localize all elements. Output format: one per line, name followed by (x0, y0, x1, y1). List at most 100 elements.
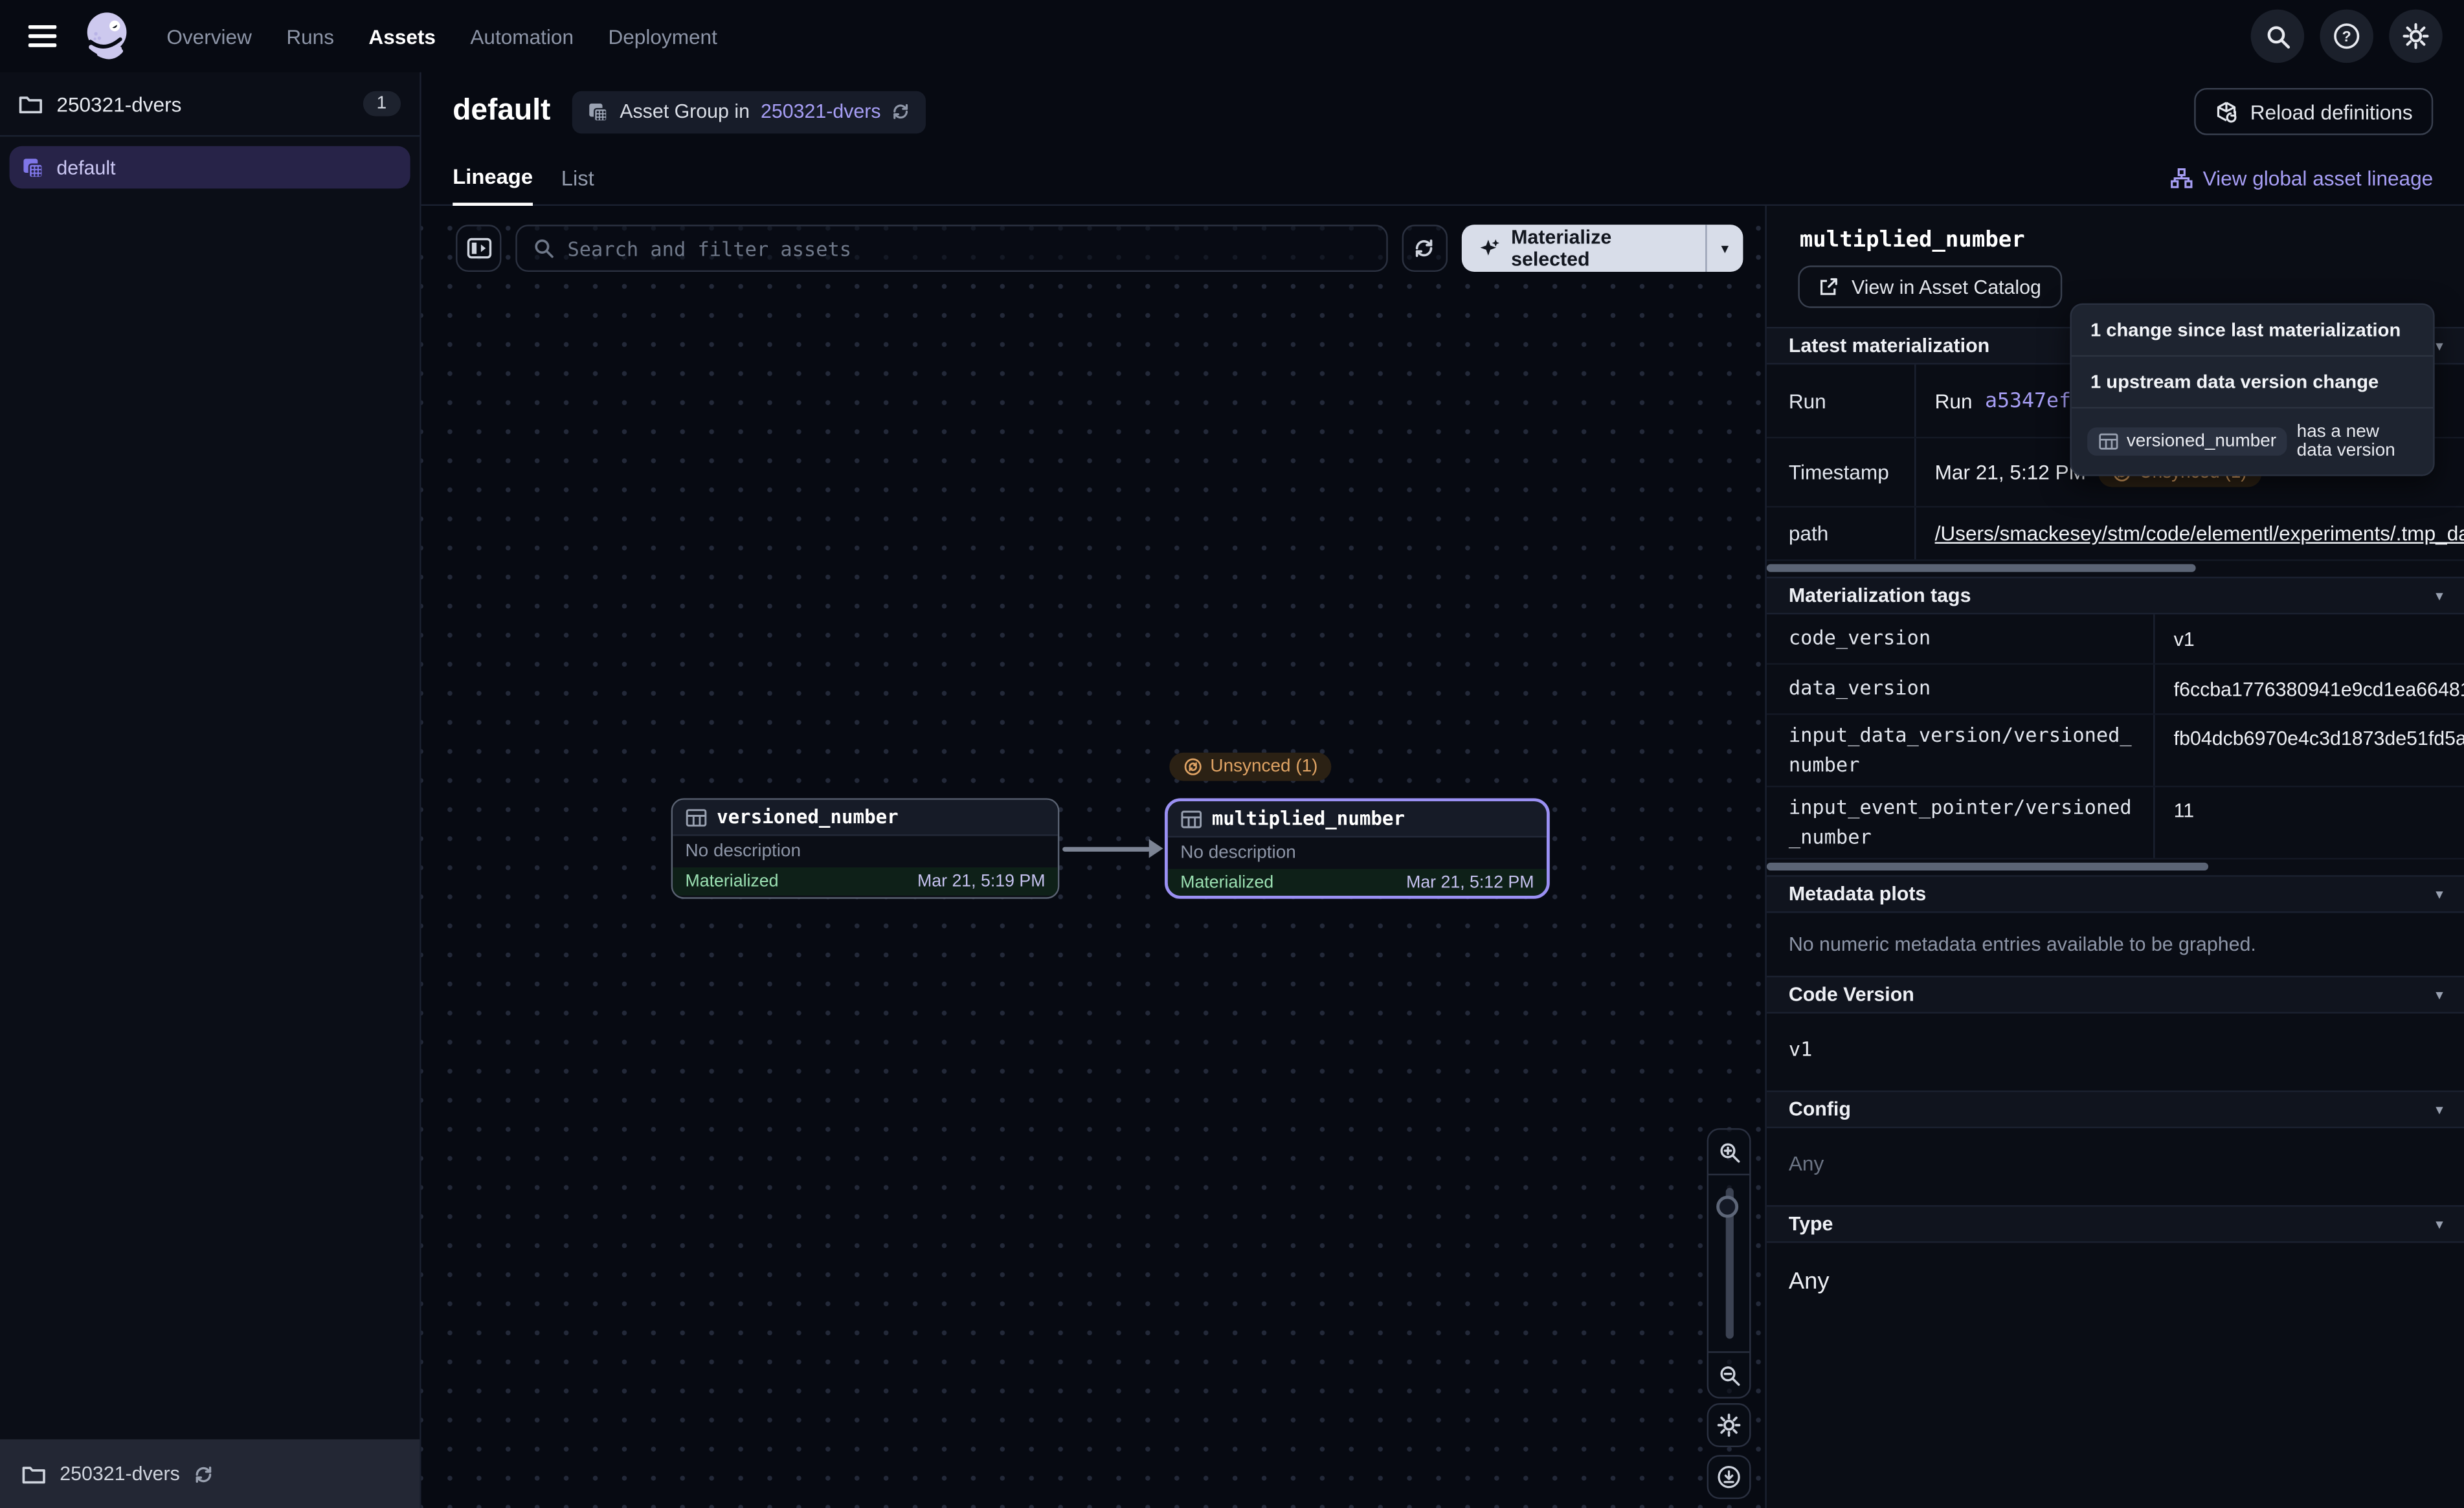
chevron-down-icon[interactable]: ▼ (2433, 887, 2445, 901)
collapse-panel-icon[interactable] (456, 225, 501, 272)
panel-asset-title: multiplied_number (1767, 206, 2464, 262)
zoom-in-icon[interactable] (1708, 1130, 1749, 1174)
main-content: default Asset Group in 250321-dvers Relo… (421, 72, 2464, 1508)
refresh-icon[interactable] (194, 1463, 215, 1484)
top-nav: Overview Runs Assets Automation Deployme… (0, 0, 2464, 72)
popover-title: 1 change since last materialization (2072, 305, 2433, 355)
lineage-graph-icon (2170, 168, 2192, 188)
asset-search-input[interactable] (568, 236, 1371, 260)
badge-group-link[interactable]: 250321-dvers (761, 100, 881, 122)
table-row: data_version f6ccba1776380941e9cd1ea6648… (1767, 665, 2464, 715)
sparkle-icon (1479, 238, 1501, 260)
scrollbar-thumb[interactable] (1767, 564, 2196, 572)
nav-item-assets[interactable]: Assets (368, 25, 436, 48)
sidebar: 250321-dvers 1 default 250321-dvers (0, 72, 421, 1508)
chevron-down-icon[interactable]: ▼ (2433, 988, 2445, 1002)
type-value: Any (1767, 1243, 2464, 1320)
changes-popover: 1 change since last materialization 1 up… (2070, 304, 2434, 476)
materialize-selected-button[interactable]: Materialize selected ▼ (1462, 225, 1743, 272)
timestamp-value: Mar 21, 5:12 PM (1935, 460, 2086, 483)
lineage-edge-arrow (1062, 847, 1150, 851)
dagster-logo-icon[interactable] (78, 8, 135, 64)
asset-node-footer: Materialized Mar 21, 5:19 PM (673, 867, 1058, 896)
download-graph-icon[interactable] (1707, 1455, 1751, 1499)
settings-gear-icon[interactable] (2389, 10, 2443, 63)
table-icon (686, 807, 708, 828)
tab-list[interactable]: List (561, 166, 594, 204)
asset-node-status: Materialized (1180, 874, 1273, 893)
run-id-link[interactable]: a5347ef7 (1985, 389, 2083, 412)
materialize-dropdown-caret-icon[interactable]: ▼ (1707, 225, 1743, 272)
section-title: Materialization tags (1789, 584, 1971, 606)
asset-chip[interactable]: versioned_number (2087, 427, 2287, 456)
sidebar-footer[interactable]: 250321-dvers (0, 1439, 420, 1508)
chevron-down-icon[interactable]: ▼ (2433, 1217, 2445, 1231)
tab-lineage[interactable]: Lineage (453, 165, 533, 206)
asset-node-status: Materialized (686, 872, 779, 891)
chevron-down-icon[interactable]: ▼ (2433, 338, 2445, 353)
refresh-graph-icon[interactable] (1402, 225, 1447, 272)
sidebar-item-default[interactable]: default (10, 146, 410, 189)
popover-change-text: has a new data version (2297, 423, 2417, 460)
sidebar-spacer (0, 188, 420, 1439)
nav-item-automation[interactable]: Automation (470, 25, 574, 48)
search-icon[interactable] (2251, 10, 2305, 63)
menu-icon[interactable] (22, 16, 63, 56)
asset-node-timestamp: Mar 21, 5:19 PM (917, 872, 1045, 891)
lineage-graph-pane[interactable]: Materialize selected ▼ Unsynced (1) (421, 206, 1767, 1508)
section-header-materialization-tags[interactable]: Materialization tags ▼ (1767, 577, 2464, 614)
section-title: Code Version (1789, 984, 1914, 1006)
node-unsynced-badge[interactable]: Unsynced (1) (1169, 753, 1332, 781)
config-section: Config ▼ Any (1767, 1091, 2464, 1205)
asset-node-versioned-number[interactable]: versioned_number No description Material… (671, 798, 1060, 898)
section-title: Config (1789, 1098, 1851, 1120)
zoom-slider-thumb[interactable] (1716, 1196, 1738, 1218)
view-in-asset-catalog-button[interactable]: View in Asset Catalog (1798, 265, 2061, 308)
sidebar-group-row[interactable]: 250321-dvers 1 (0, 72, 420, 137)
metadata-plots-section: Metadata plots ▼ No numeric metadata ent… (1767, 875, 2464, 975)
help-icon[interactable]: ? (2320, 10, 2373, 63)
asset-group-icon (22, 157, 44, 179)
section-header-config[interactable]: Config ▼ (1767, 1091, 2464, 1128)
table-row: code_version v1 (1767, 614, 2464, 665)
asset-group-badge[interactable]: Asset Group in 250321-dvers (572, 91, 926, 133)
asset-node-name: multiplied_number (1212, 808, 1405, 830)
zoom-out-icon[interactable] (1708, 1353, 1749, 1397)
asset-node-multiplied-number[interactable]: multiplied_number No description Materia… (1165, 798, 1550, 898)
nav-item-deployment[interactable]: Deployment (608, 25, 717, 48)
row-key: Run (1767, 389, 1914, 412)
view-in-asset-catalog-label: View in Asset Catalog (1852, 276, 2041, 298)
code-version-section: Code Version ▼ v1 (1767, 976, 2464, 1091)
sidebar-item-label: default (56, 157, 115, 179)
materialization-path-link[interactable]: /Users/smackesey/stm/code/elementl/exper… (1935, 522, 2464, 545)
tag-key: data_version (1767, 674, 2153, 704)
nav-actions: ? (2251, 10, 2443, 63)
tag-value: fb04dcb6970e4c3d1873de51fd5a5 (2153, 715, 2464, 786)
section-header-type[interactable]: Type ▼ (1767, 1205, 2464, 1243)
tag-key: input_event_pointer/versioned_number (1767, 793, 2153, 852)
refresh-icon[interactable] (892, 102, 911, 121)
metadata-plots-empty-text: No numeric metadata entries available to… (1767, 913, 2464, 976)
asset-chip-label: versioned_number (2127, 432, 2276, 451)
page-title: default (453, 94, 550, 129)
chevron-down-icon[interactable]: ▼ (2433, 1102, 2445, 1116)
view-global-asset-lineage-label: View global asset lineage (2203, 166, 2434, 189)
section-header-code-version[interactable]: Code Version ▼ (1767, 976, 2464, 1014)
section-title: Type (1789, 1213, 1833, 1235)
graph-settings-gear-icon[interactable] (1707, 1403, 1751, 1447)
scrollbar-thumb[interactable] (1767, 863, 2208, 870)
nav-item-runs[interactable]: Runs (286, 25, 334, 48)
asset-node-name: versioned_number (717, 806, 899, 828)
popover-change-row: versioned_number has a new data version (2072, 408, 2433, 474)
section-header-metadata-plots[interactable]: Metadata plots ▼ (1767, 875, 2464, 913)
view-global-asset-lineage-link[interactable]: View global asset lineage (2170, 166, 2434, 189)
sidebar-group-count: 1 (363, 91, 401, 116)
reload-definitions-label: Reload definitions (2250, 100, 2413, 123)
reload-definitions-button[interactable]: Reload definitions (2193, 88, 2433, 135)
chevron-down-icon[interactable]: ▼ (2433, 588, 2445, 603)
table-icon (2098, 432, 2119, 451)
asset-node-header: versioned_number (673, 800, 1058, 836)
row-value: /Users/smackesey/stm/code/elementl/exper… (1914, 507, 2464, 559)
zoom-slider[interactable] (1707, 1175, 1751, 1351)
nav-item-overview[interactable]: Overview (166, 25, 252, 48)
